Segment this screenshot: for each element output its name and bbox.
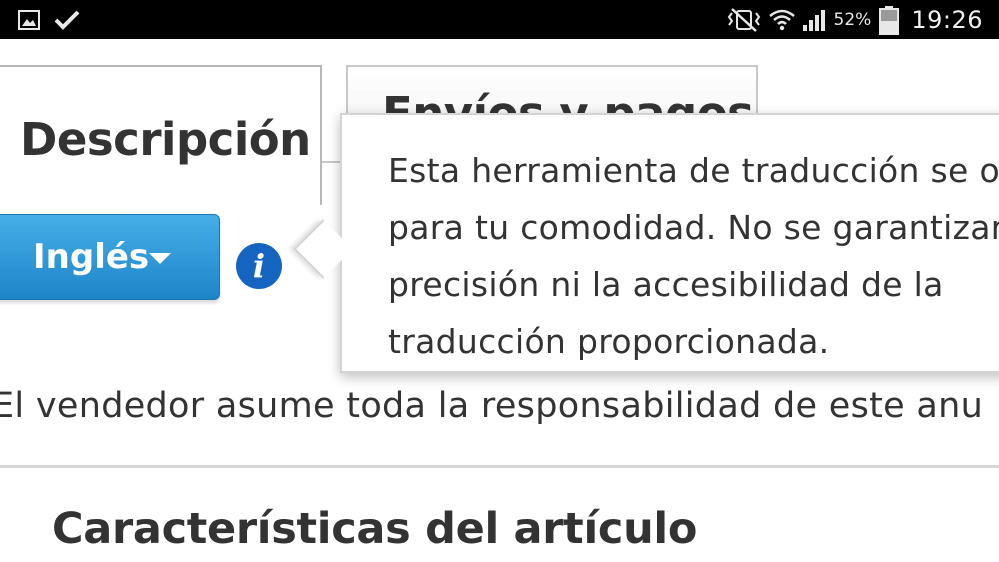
tab-description[interactable]: Descripción bbox=[0, 65, 322, 205]
item-features-heading: Características del artículo bbox=[52, 504, 698, 554]
tooltip-line: precisión ni la accesibilidad de la bbox=[388, 265, 944, 304]
wifi-icon bbox=[768, 7, 796, 33]
signal-icon bbox=[802, 8, 828, 32]
image-icon bbox=[18, 10, 40, 30]
tooltip-line: traducción proporcionada. bbox=[388, 322, 830, 361]
chevron-down-icon bbox=[149, 253, 171, 264]
status-bar-left bbox=[18, 8, 80, 32]
tab-description-label: Descripción bbox=[20, 113, 311, 166]
battery-percent: 52% bbox=[833, 10, 872, 30]
info-icon-glyph: i bbox=[252, 247, 266, 285]
tooltip-text: Esta herramienta de traducción se o para… bbox=[388, 142, 999, 370]
status-bar: 52% 19:26 bbox=[0, 0, 999, 39]
tooltip-line: Esta herramienta de traducción se o bbox=[388, 151, 999, 190]
section-divider bbox=[0, 465, 999, 468]
info-icon[interactable]: i bbox=[236, 243, 282, 289]
clock-time: 19:26 bbox=[911, 6, 983, 34]
tooltip-line: para tu comodidad. No se garantizar bbox=[388, 208, 999, 247]
check-icon bbox=[54, 9, 80, 31]
vibrate-mute-icon bbox=[726, 7, 762, 33]
status-bar-right: 52% 19:26 bbox=[726, 4, 983, 36]
language-select-label: Inglés bbox=[33, 237, 150, 277]
seller-responsibility-notice: El vendedor asume toda la responsabilida… bbox=[0, 386, 984, 426]
tooltip-pointer-mask bbox=[342, 215, 372, 285]
battery-icon bbox=[879, 5, 900, 35]
language-select-button[interactable]: Inglés bbox=[0, 214, 220, 300]
